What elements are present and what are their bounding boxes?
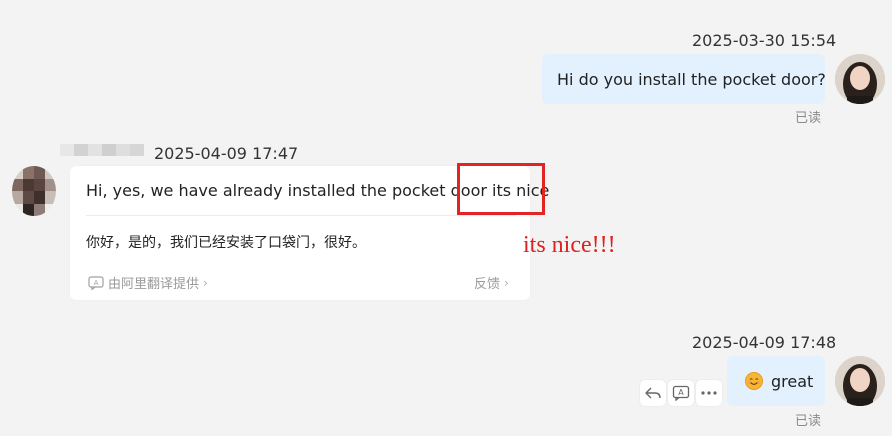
message-timestamp: 2025-03-30 15:54: [692, 31, 837, 50]
smiling-face-icon: [745, 372, 763, 390]
translate-icon: A: [88, 275, 104, 290]
avatar-photo: [835, 356, 885, 406]
divider: [86, 215, 516, 216]
reply-icon: [645, 387, 661, 399]
avatar[interactable]: [835, 54, 885, 104]
feedback-link[interactable]: 反馈 ›: [474, 273, 509, 293]
translate-icon: A: [672, 385, 690, 401]
highlight-box: [457, 163, 545, 215]
chevron-right-icon: ›: [203, 275, 208, 290]
sender-avatar[interactable]: [12, 166, 56, 216]
chevron-right-icon: ›: [504, 275, 509, 290]
feedback-label: 反馈: [474, 277, 501, 292]
translate-button[interactable]: A: [668, 380, 694, 406]
message-text: Hi do you install the pocket door?: [557, 69, 826, 89]
svg-text:A: A: [678, 388, 684, 397]
translated-message-text: 你好，是的，我们已经安装了口袋门，很好。: [86, 235, 366, 251]
more-button[interactable]: [696, 380, 722, 406]
outgoing-message-bubble[interactable]: Hi do you install the pocket door?: [542, 54, 826, 104]
read-status: 已读: [795, 111, 822, 126]
message-timestamp: 2025-04-09 17:47: [154, 144, 299, 163]
message-text: great: [771, 371, 814, 391]
sender-name: [60, 144, 144, 156]
annotation-text: its nice!!!: [523, 232, 616, 258]
outgoing-message-bubble[interactable]: great: [727, 356, 825, 406]
avatar-photo: [835, 54, 885, 104]
message-timestamp: 2025-04-09 17:48: [692, 333, 837, 352]
provider-label: 由阿里翻译提供: [108, 277, 200, 292]
svg-text:A: A: [94, 279, 99, 287]
reply-button[interactable]: [640, 380, 666, 406]
translation-provider[interactable]: A 由阿里翻译提供 ›: [88, 273, 208, 292]
more-icon: [701, 391, 717, 395]
read-status: 已读: [795, 414, 822, 429]
avatar[interactable]: [835, 356, 885, 406]
